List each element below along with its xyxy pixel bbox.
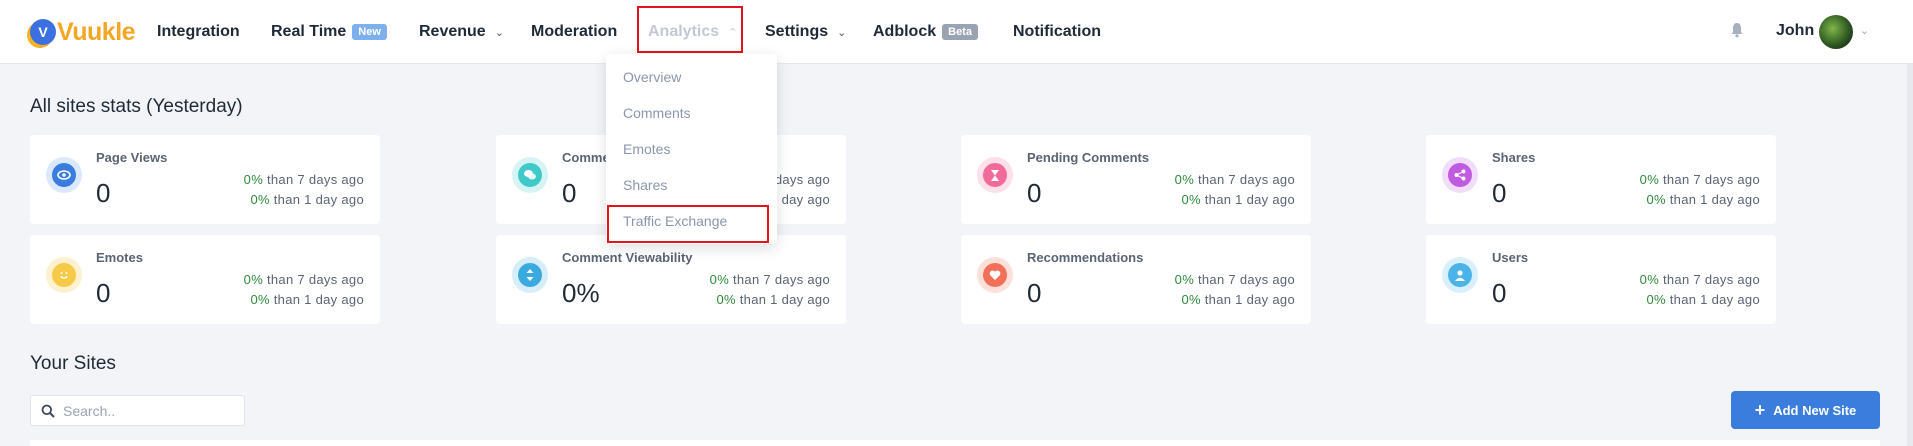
bell-icon[interactable]: [1730, 22, 1744, 38]
stat-label: Shares: [1492, 150, 1536, 165]
hourglass-icon: [977, 157, 1013, 193]
add-new-site-label: Add New Site: [1773, 402, 1857, 418]
stat-compare-1d: 0% than 1 day ago: [250, 292, 364, 307]
stat-compare-1d: 0% than 1 day ago: [1181, 192, 1295, 207]
stat-compare-7d: 0% than 7 days ago: [1174, 172, 1295, 187]
sites-table: [30, 440, 1880, 446]
plus-icon: +: [1754, 399, 1766, 420]
chevron-down-icon: ⌄: [494, 26, 504, 39]
your-sites-title: Your Sites: [30, 353, 116, 374]
stat-card-recommendations: Recommendations 0 0% than 7 days ago 0% …: [961, 235, 1311, 324]
user-icon: [1442, 257, 1478, 293]
nav-moderation[interactable]: Moderation: [531, 0, 617, 64]
logo-text: Vuukle: [57, 17, 136, 46]
menu-item-overview[interactable]: Overview: [623, 69, 681, 85]
stat-value: 0%: [562, 278, 600, 308]
heart-icon: [977, 257, 1013, 293]
menu-item-shares[interactable]: Shares: [623, 177, 667, 193]
nav-adblock[interactable]: Adblock Beta: [873, 0, 978, 64]
stat-compare-7d: 0% than 7 days ago: [1639, 172, 1760, 187]
stat-card-users: Users 0 0% than 7 days ago 0% than 1 day…: [1426, 235, 1776, 324]
menu-item-comments[interactable]: Comments: [623, 105, 691, 121]
menu-item-traffic-exchange[interactable]: Traffic Exchange: [623, 213, 727, 229]
stat-value: 0: [1492, 278, 1507, 308]
stat-card-page-views: Page Views 0 0% than 7 days ago 0% than …: [30, 135, 380, 224]
nav-analytics-label: Analytics: [648, 23, 720, 40]
stat-value: 0: [1027, 178, 1042, 208]
vuukle-logo[interactable]: V Vuukle: [30, 12, 136, 52]
stat-value: 0: [96, 278, 111, 308]
search-input[interactable]: [63, 402, 233, 419]
stat-label: Page Views: [96, 150, 168, 165]
stat-label: Pending Comments: [1027, 150, 1150, 165]
stat-card-comment-viewability: Comment Viewability 0% 0% than 7 days ag…: [496, 235, 846, 324]
share-icon: [1442, 157, 1478, 193]
top-navbar: V Vuukle Integration Real Time New Reven…: [0, 0, 1913, 64]
stat-label: Comment Viewability: [562, 250, 693, 265]
stat-value: 0: [96, 178, 111, 208]
nav-settings-label: Settings: [765, 23, 829, 40]
stat-compare-7d: 0% than 7 days ago: [243, 272, 364, 287]
chevron-up-icon: ⌃: [728, 26, 738, 39]
stat-compare-7d: 0% than 7 days ago: [1639, 272, 1760, 287]
nav-real-time-label: Real Time: [271, 23, 347, 40]
new-badge: New: [352, 24, 387, 40]
stat-card-pending-comments: Pending Comments 0 0% than 7 days ago 0%…: [961, 135, 1311, 224]
nav-adblock-label: Adblock: [873, 23, 937, 40]
nav-integration[interactable]: Integration: [157, 0, 240, 64]
menu-item-emotes[interactable]: Emotes: [623, 141, 670, 157]
up-down-arrows-icon: [512, 257, 548, 293]
stat-value: 0: [1027, 278, 1042, 308]
stat-label: Emotes: [96, 250, 143, 265]
stat-compare-1d: 0% than 1 day ago: [1181, 292, 1295, 307]
beta-badge: Beta: [942, 24, 978, 40]
smiley-icon: [46, 257, 82, 293]
stat-compare-1d: 0% than 1 day ago: [1646, 192, 1760, 207]
nav-notification[interactable]: Notification: [1013, 0, 1101, 64]
chevron-down-icon: ⌄: [837, 26, 847, 39]
stats-title: All sites stats (Yesterday): [30, 96, 243, 117]
search-icon: [41, 404, 55, 418]
add-new-site-button[interactable]: + Add New Site: [1731, 391, 1880, 429]
user-name[interactable]: John: [1776, 22, 1814, 40]
nav-revenue-label: Revenue: [419, 23, 486, 40]
logo-badge: V: [30, 19, 56, 45]
nav-notification-label: Notification: [1013, 23, 1101, 40]
stat-compare-1d: 0% than 1 day ago: [1646, 292, 1760, 307]
stat-value: 0: [1492, 178, 1507, 208]
chat-bubbles-icon: [512, 157, 548, 193]
stat-compare-7d: 0% than 7 days ago: [1174, 272, 1295, 287]
chevron-down-icon[interactable]: ⌄: [1860, 24, 1869, 37]
stat-value: 0: [562, 178, 577, 208]
nav-moderation-label: Moderation: [531, 23, 618, 40]
stat-label: Users: [1492, 250, 1529, 265]
search-field[interactable]: [30, 395, 245, 426]
nav-real-time[interactable]: Real Time New: [271, 0, 387, 64]
nav-settings[interactable]: Settings ⌄: [765, 0, 846, 64]
stat-compare-7d: 0% than 7 days ago: [243, 172, 364, 187]
stat-compare-1d: 0% than 1 day ago: [716, 292, 830, 307]
analytics-dropdown-menu: Overview Comments Emotes Shares Traffic …: [606, 54, 777, 244]
stat-label: Recommendations: [1027, 250, 1144, 265]
nav-revenue[interactable]: Revenue ⌄: [419, 0, 504, 64]
scrollbar[interactable]: [1907, 64, 1913, 446]
avatar[interactable]: [1819, 15, 1853, 49]
nav-integration-label: Integration: [157, 23, 240, 40]
stat-card-shares: Shares 0 0% than 7 days ago 0% than 1 da…: [1426, 135, 1776, 224]
eye-icon: [46, 157, 82, 193]
stat-compare-7d: 0% than 7 days ago: [709, 272, 830, 287]
stat-compare-1d: 0% than 1 day ago: [250, 192, 364, 207]
stat-card-emotes: Emotes 0 0% than 7 days ago 0% than 1 da…: [30, 235, 380, 324]
